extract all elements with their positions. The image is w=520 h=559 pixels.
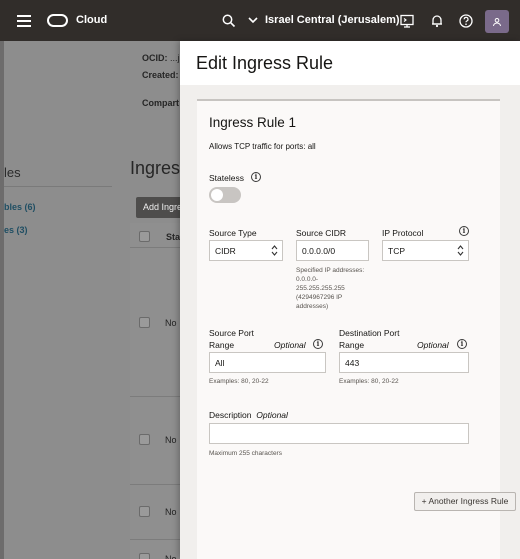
source-cidr-hint: Specified IP addresses: 0.0.0.0- 255.255… [296,267,365,310]
oracle-logo-icon[interactable] [47,14,68,27]
row-checkbox[interactable] [139,506,150,517]
search-icon[interactable] [222,14,236,28]
user-avatar[interactable] [485,10,509,33]
created-label: Created: [142,70,179,80]
source-cidr-input[interactable]: 0.0.0.0/0 [296,240,369,261]
help-icon[interactable] [458,13,474,29]
source-port-label-2: Range [209,340,235,350]
description-input[interactable] [209,423,469,444]
ingress-rule-panel: Ingress Rule 1 Allows TCP traffic for po… [197,99,516,559]
description-label: Description Optional [209,410,288,420]
info-icon[interactable]: i [251,172,261,182]
source-type-select[interactable]: CIDR [209,240,283,261]
dest-port-hint: Examples: 80, 20-22 [339,378,399,385]
row-divider [130,396,180,397]
ocid-label: OCID: ...j [142,53,180,63]
table-cell: No [165,435,177,445]
brand-name: Cloud [76,14,108,26]
source-port-label: Source Port [209,328,254,338]
bell-icon[interactable] [429,13,445,29]
row-checkbox[interactable] [139,317,150,328]
sort-arrows-icon [457,245,464,256]
source-type-value: CIDR [215,246,236,256]
source-port-hint: Examples: 80, 20-22 [209,378,269,385]
compartment-label: Compart [142,98,180,108]
row-checkbox[interactable] [139,553,150,559]
table-cell: No [165,554,177,559]
source-cidr-label: Source CIDR [296,228,347,238]
chevron-down-icon[interactable] [247,14,259,26]
description-hint: Maximum 255 characters [209,450,282,457]
sort-arrows-icon [271,245,278,256]
info-icon[interactable]: i [459,226,469,236]
resources-heading: les [4,165,21,180]
region-selector[interactable]: Israel Central (Jerusalem) [265,14,400,26]
row-checkbox[interactable] [139,434,150,445]
info-icon[interactable]: i [457,339,467,349]
divider [4,186,112,187]
sidebar-item-egress[interactable]: es (3) [4,225,28,235]
table-cell: No [165,318,177,328]
select-all-checkbox[interactable] [139,231,150,242]
ip-protocol-value: TCP [388,246,405,256]
stateless-toggle[interactable] [209,187,241,203]
edit-ingress-drawer: Edit Ingress Rule Ingress Rule 1 Allows … [180,41,520,559]
dest-port-label-2: Range [339,340,365,350]
stateless-label: Stateless [209,173,244,183]
drawer-title: Edit Ingress Rule [196,53,334,73]
dest-port-label: Destination Port [339,328,400,338]
section-heading: Ingres [130,158,181,178]
table-header-stateless: Sta [166,232,181,242]
drawer-header: Edit Ingress Rule [180,41,520,85]
add-another-ingress-rule-button[interactable]: + Another Ingress Rule [414,492,516,511]
side-strip [0,41,4,559]
sidebar-item-ingress[interactable]: bles (6) [4,202,36,212]
user-icon [493,17,501,26]
source-port-input[interactable]: All [209,352,326,373]
dest-port-input[interactable]: 443 [339,352,469,373]
menu-icon[interactable] [17,15,31,27]
cloud-shell-icon[interactable] [399,13,415,29]
info-icon[interactable]: i [313,339,323,349]
ip-protocol-label: IP Protocol [382,228,424,238]
source-type-label: Source Type [209,228,257,238]
optional-tag: Optional [274,340,306,350]
rule-title: Ingress Rule 1 [209,115,297,130]
row-divider [130,484,180,485]
optional-tag: Optional [417,340,449,350]
row-divider [130,539,180,540]
row-divider [130,247,180,248]
table-cell: No [165,507,177,517]
rule-subtitle: Allows TCP traffic for ports: all [209,142,316,151]
top-bar: Cloud Israel Central (Jerusalem) [0,0,520,41]
ip-protocol-select[interactable]: TCP [382,240,469,261]
